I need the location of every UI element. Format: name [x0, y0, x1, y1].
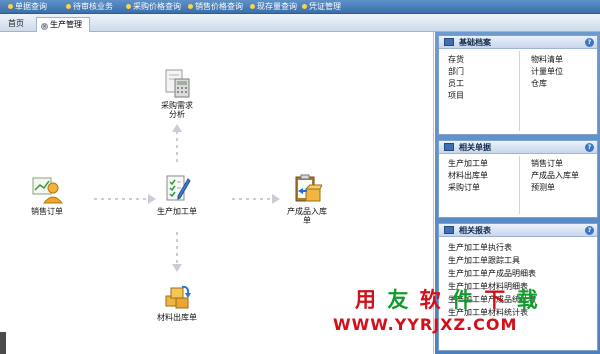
link-bom[interactable]: 物料清单	[531, 55, 563, 65]
menu-item-document-query[interactable]: 单据查询	[8, 1, 47, 13]
calculator-document-icon	[165, 69, 190, 98]
corner-marker	[0, 332, 6, 354]
link-unit[interactable]: 计量单位	[531, 67, 563, 77]
link-inventory[interactable]: 存货	[448, 55, 464, 65]
column-divider	[519, 156, 520, 214]
menu-item-purchase-price[interactable]: 采购价格查询	[126, 1, 181, 13]
help-icon[interactable]: ?	[585, 38, 594, 47]
link-employee[interactable]: 员工	[448, 79, 464, 89]
link-forecast[interactable]: 预测单	[531, 183, 555, 193]
link-report[interactable]: 生产加工单跟踪工具	[448, 256, 520, 266]
flow-node-production-order[interactable]: 生产加工单	[152, 174, 202, 216]
link-project[interactable]: 项目	[448, 91, 464, 101]
top-menu-bar: 单据查询 待审核业务 采购价格查询 销售价格查询 现存量查询 凭证管理	[0, 0, 600, 14]
link-production-order[interactable]: 生产加工单	[448, 159, 488, 169]
arrow-down-icon	[172, 264, 182, 272]
bullet-icon	[8, 4, 13, 9]
panel-header: 相关单据 ?	[439, 141, 597, 154]
link-warehouse[interactable]: 仓库	[531, 79, 547, 89]
checklist-pencil-icon	[166, 175, 191, 201]
arrow-up-icon	[172, 124, 182, 132]
link-department[interactable]: 部门	[448, 67, 464, 77]
panel-header: 基础档案 ?	[439, 36, 597, 49]
menu-item-sales-price[interactable]: 销售价格查询	[188, 1, 243, 13]
menu-item-pending-review[interactable]: 待审核业务	[66, 1, 113, 13]
flow-node-finished-goods-in[interactable]: 产成品入库单	[282, 174, 332, 225]
close-icon[interactable]: ×	[41, 23, 48, 30]
watermark-url: WWW.YYRJXZ.COM	[333, 315, 518, 334]
tab-production-management[interactable]: × 生产管理	[36, 17, 90, 32]
boxes-arrow-icon	[165, 285, 191, 309]
bullet-icon	[126, 4, 131, 9]
panel-related-documents: 相关单据 ? 生产加工单 材料出库单 采购订单 销售订单 产成品入库单 预测单	[438, 140, 598, 218]
panel-header: 相关报表 ?	[439, 224, 597, 237]
panel-basic-archives: 基础档案 ? 存货 部门 员工 项目 物料清单 计量单位 仓库	[438, 35, 598, 135]
menu-item-voucher[interactable]: 凭证管理	[302, 1, 341, 13]
bullet-icon	[302, 4, 307, 9]
link-sales-order[interactable]: 销售订单	[531, 159, 563, 169]
document-icon	[444, 143, 454, 151]
link-report[interactable]: 生产加工单产成品明细表	[448, 269, 536, 279]
flow-node-sales-order[interactable]: 销售订单	[20, 174, 74, 216]
help-icon[interactable]: ?	[585, 143, 594, 152]
help-icon[interactable]: ?	[585, 226, 594, 235]
column-divider	[519, 51, 520, 131]
link-finished-goods-in[interactable]: 产成品入库单	[531, 171, 579, 181]
bullet-icon	[250, 4, 255, 9]
link-material-out[interactable]: 材料出库单	[448, 171, 488, 181]
link-report[interactable]: 生产加工单执行表	[448, 243, 512, 253]
tab-strip: 首页 × 生产管理	[0, 14, 600, 32]
link-purchase-order[interactable]: 采购订单	[448, 183, 480, 193]
arrow-right-icon	[272, 194, 280, 204]
watermark-title: 用 友 软 件 下 载	[355, 288, 540, 312]
menu-item-stock-query[interactable]: 现存量查询	[250, 1, 297, 13]
tab-home[interactable]: 首页	[4, 17, 34, 32]
report-icon	[444, 226, 454, 234]
clipboard-box-icon	[295, 174, 322, 202]
bullet-icon	[66, 4, 71, 9]
flow-node-purchase-demand[interactable]: 采购需求分析	[150, 68, 204, 119]
flow-node-material-out[interactable]: 材料出库单	[152, 282, 202, 322]
bullet-icon	[188, 4, 193, 9]
folder-icon	[444, 38, 454, 46]
user-chart-icon	[32, 177, 63, 204]
